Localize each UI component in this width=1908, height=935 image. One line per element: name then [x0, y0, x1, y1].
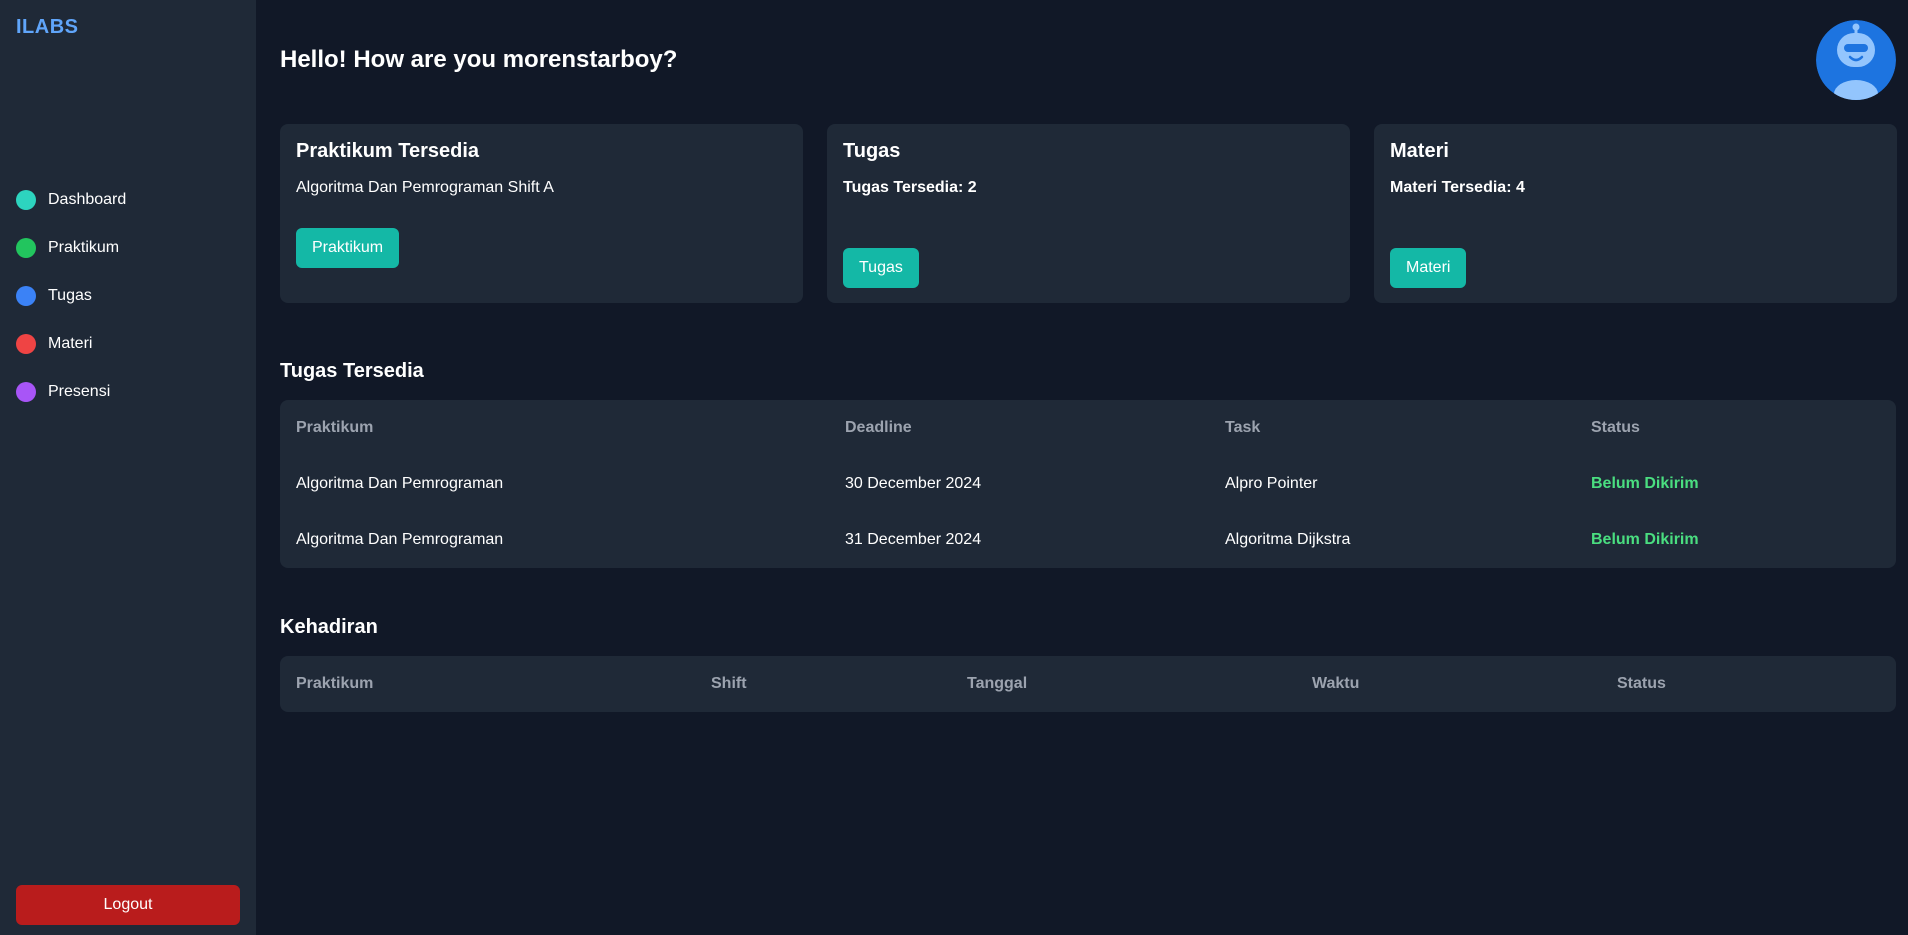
robot-avatar-svg	[1816, 20, 1896, 100]
column-header: Status	[1617, 675, 1666, 692]
materi-dot-icon	[16, 334, 36, 354]
card-subtitle: Algoritma Dan Pemrograman Shift A	[296, 179, 554, 196]
status-badge: Belum Dikirim	[1591, 475, 1699, 492]
sidebar-item-label: Presensi	[48, 383, 111, 400]
tugas-card: Tugas Tugas Tersedia: 2 Tugas	[827, 124, 1350, 303]
presensi-dot-icon	[16, 382, 36, 402]
sidebar-item-tugas[interactable]: Tugas	[16, 272, 240, 320]
table-row[interactable]: Algoritma Dan Pemrograman 31 December 20…	[296, 512, 1880, 568]
cell-task[interactable]: Alpro Pointer	[1225, 456, 1591, 512]
card-title: Materi	[1390, 140, 1449, 162]
column-header: Praktikum	[296, 675, 374, 692]
column-header: Deadline	[845, 419, 912, 436]
column-header: Status	[1591, 419, 1640, 436]
cell-praktikum: Algoritma Dan Pemrograman	[296, 531, 504, 548]
page-title: Hello! How are you morenstarboy?	[280, 46, 678, 73]
sidebar-item-presensi[interactable]: Presensi	[16, 368, 240, 416]
dashboard-dot-icon	[16, 190, 36, 210]
cell-task[interactable]: Algoritma Dijkstra	[1225, 512, 1591, 568]
materi-button[interactable]: Materi	[1390, 248, 1467, 288]
logout-button[interactable]: Logout	[16, 885, 240, 925]
kehadiran-table: Praktikum Shift Tanggal Waktu Status	[280, 656, 1896, 712]
column-header: Tanggal	[967, 675, 1028, 692]
sidebar: ILABS Dashboard Praktikum Tugas Materi P…	[0, 0, 256, 935]
summary-cards: Praktikum Tersedia Algoritma Dan Pemrogr…	[280, 124, 1897, 303]
tugas-table: Praktikum Deadline Task Status Algoritma…	[280, 400, 1896, 568]
status-badge: Belum Dikirim	[1591, 531, 1699, 548]
tugas-dot-icon	[16, 286, 36, 306]
sidebar-item-materi[interactable]: Materi	[16, 320, 240, 368]
sidebar-item-label: Materi	[48, 335, 93, 352]
kehadiran-title: Kehadiran	[280, 616, 378, 638]
materi-card: Materi Materi Tersedia: 4 Materi	[1374, 124, 1897, 303]
tugas-count: Tugas Tersedia: 2	[843, 179, 977, 196]
tugas-tersedia-title: Tugas Tersedia	[280, 360, 424, 382]
column-header: Praktikum	[296, 419, 374, 436]
brand-logo[interactable]: ILABS	[16, 16, 79, 39]
sidebar-item-praktikum[interactable]: Praktikum	[16, 224, 240, 272]
sidebar-item-label: Dashboard	[48, 191, 127, 208]
praktikum-button[interactable]: Praktikum	[296, 228, 400, 268]
column-header: Task	[1225, 419, 1261, 436]
sidebar-item-label: Tugas	[48, 287, 92, 304]
sidebar-nav: Dashboard Praktikum Tugas Materi Presens…	[16, 176, 240, 416]
main-content: Hello! How are you morenstarboy? Praktik…	[256, 0, 1908, 935]
cell-deadline: 31 December 2024	[845, 531, 982, 548]
tugas-button[interactable]: Tugas	[843, 248, 919, 288]
praktikum-card: Praktikum Tersedia Algoritma Dan Pemrogr…	[280, 124, 803, 303]
card-title: Tugas	[843, 140, 901, 162]
robot-avatar-icon[interactable]	[1816, 20, 1896, 100]
praktikum-dot-icon	[16, 238, 36, 258]
table-header-row: Praktikum Deadline Task Status	[296, 400, 1880, 456]
column-header: Waktu	[1312, 675, 1360, 692]
cell-deadline: 30 December 2024	[845, 475, 982, 492]
materi-count: Materi Tersedia: 4	[1390, 179, 1525, 196]
table-header-row: Praktikum Shift Tanggal Waktu Status	[296, 656, 1880, 712]
column-header: Shift	[711, 675, 747, 692]
cell-praktikum: Algoritma Dan Pemrograman	[296, 475, 504, 492]
card-title: Praktikum Tersedia	[296, 140, 480, 162]
sidebar-item-label: Praktikum	[48, 239, 120, 256]
app-root: ILABS Dashboard Praktikum Tugas Materi P…	[0, 0, 1908, 935]
sidebar-item-dashboard[interactable]: Dashboard	[16, 176, 240, 224]
table-row[interactable]: Algoritma Dan Pemrograman 30 December 20…	[296, 456, 1880, 512]
